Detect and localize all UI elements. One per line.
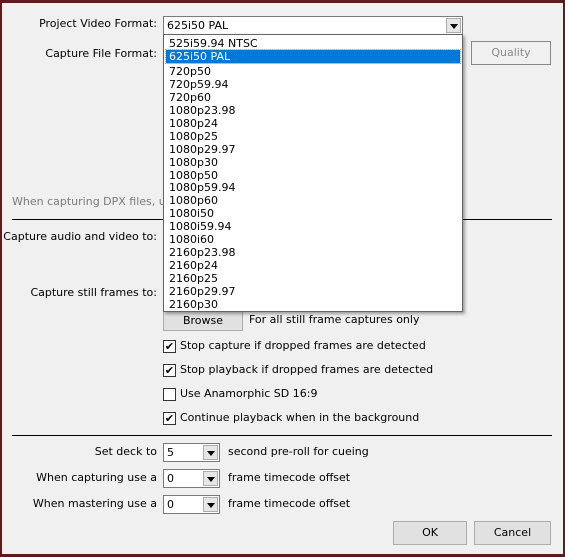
deck-suffix: second pre-roll for cueing	[228, 445, 369, 458]
capture-file-format-label: Capture File Format:	[45, 47, 157, 60]
capture-offset-select[interactable]: 0	[163, 469, 220, 488]
master-offset-value: 0	[167, 498, 174, 511]
ok-button[interactable]: OK	[393, 521, 467, 545]
chevron-down-icon[interactable]	[446, 18, 461, 33]
dropdown-option[interactable]: 1080p59.94	[166, 181, 460, 194]
deck-label: Set deck to	[94, 445, 157, 458]
browse-note: For all still frame captures only	[249, 313, 420, 326]
capture-offset-suffix: frame timecode offset	[228, 471, 351, 484]
dropdown-option[interactable]: 2160p30	[166, 298, 460, 311]
checkbox[interactable]	[163, 388, 176, 401]
dropdown-option[interactable]: 1080p60	[166, 194, 460, 207]
dropdown-option[interactable]: 2160p23.98	[166, 246, 460, 259]
option-separator	[166, 63, 460, 64]
project-video-format-value: 625i50 PAL	[167, 19, 229, 32]
dropdown-option[interactable]: 1080p50	[166, 169, 460, 182]
deck-preroll-select[interactable]: 5	[163, 443, 220, 462]
checkmark-icon: ✔	[164, 412, 175, 425]
checkmark-icon: ✔	[164, 340, 175, 353]
checkbox-label[interactable]: Use Anamorphic SD 16:9	[180, 387, 317, 401]
divider	[12, 435, 552, 436]
dropdown-option[interactable]: 1080p29.97	[166, 143, 460, 156]
browse-button[interactable]: Browse	[163, 310, 243, 331]
capture-still-label: Capture still frames to:	[30, 286, 157, 299]
chevron-down-icon[interactable]	[203, 445, 218, 460]
project-video-format-select[interactable]: 625i50 PAL	[163, 16, 463, 35]
dropdown-option[interactable]: 720p50	[166, 65, 460, 78]
dropdown-option[interactable]: 2160p25	[166, 272, 460, 285]
dropdown-option[interactable]: 525i59.94 NTSC	[166, 37, 460, 50]
dropdown-option[interactable]: 1080i50	[166, 207, 460, 220]
checkbox[interactable]: ✔	[163, 364, 176, 377]
deck-preroll-value: 5	[167, 446, 174, 459]
dpx-note: When capturing DPX files, use	[12, 195, 179, 208]
dropdown-option[interactable]: 1080i59.94	[166, 220, 460, 233]
master-offset-label: When mastering use a	[32, 497, 157, 510]
cancel-button[interactable]: Cancel	[474, 521, 551, 545]
chevron-down-icon[interactable]	[203, 471, 218, 486]
checkbox[interactable]: ✔	[163, 340, 176, 353]
checkbox[interactable]: ✔	[163, 412, 176, 425]
dropdown-option[interactable]: 720p60	[166, 91, 460, 104]
dropdown-option[interactable]: 1080i60	[166, 233, 460, 246]
capture-offset-label: When capturing use a	[36, 471, 157, 484]
dropdown-option[interactable]: 720p59.94	[166, 78, 460, 91]
dropdown-option[interactable]: 625i50 PAL	[165, 49, 461, 64]
checkbox-label[interactable]: Stop capture if dropped frames are detec…	[180, 339, 426, 353]
dropdown-option[interactable]: 1080p25	[166, 130, 460, 143]
quality-button[interactable]: Quality	[471, 41, 551, 65]
chevron-down-icon[interactable]	[203, 497, 218, 512]
checkbox-label[interactable]: Stop playback if dropped frames are dete…	[180, 363, 433, 377]
capture-av-label: Capture audio and video to:	[3, 230, 157, 243]
dropdown-option[interactable]: 2160p29.97	[166, 285, 460, 298]
checkbox-label[interactable]: Continue playback when in the background	[180, 411, 419, 425]
checkmark-icon: ✔	[164, 364, 175, 377]
dropdown-option[interactable]: 1080p30	[166, 156, 460, 169]
dropdown-option[interactable]: 1080p23.98	[166, 104, 460, 117]
master-offset-suffix: frame timecode offset	[228, 497, 351, 510]
dropdown-option[interactable]: 1080p24	[166, 117, 460, 130]
project-video-format-dropdown-list[interactable]: 525i59.94 NTSC 625i50 PAL 720p50 720p59.94 7…	[163, 34, 463, 312]
project-video-format-label: Project Video Format:	[39, 17, 157, 30]
master-offset-select[interactable]: 0	[163, 495, 220, 514]
capture-offset-value: 0	[167, 472, 174, 485]
dropdown-option[interactable]: 2160p24	[166, 259, 460, 272]
